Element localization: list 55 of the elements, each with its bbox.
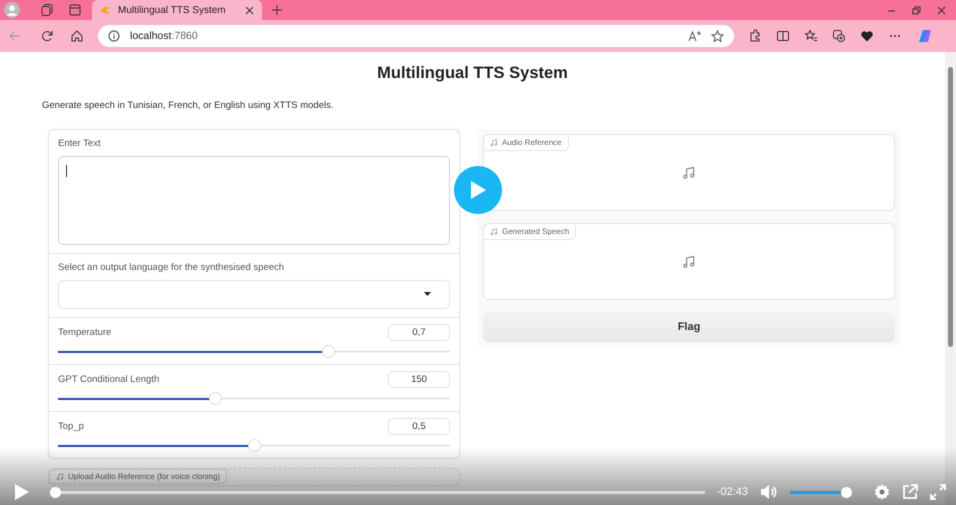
slider-thumb[interactable] [248,439,261,452]
site-favicon-icon [100,4,112,16]
slider-label: GPT Conditional Length [58,374,160,385]
field-label: Select an output language for the synthesised speech [58,262,286,273]
favorites-icon[interactable] [804,29,818,43]
tab-title: Multilingual TTS System [118,4,227,16]
fullscreen-icon[interactable] [930,484,946,500]
page-title: Multilingual TTS System [376,64,569,83]
restore-icon[interactable] [912,6,921,14]
music-note-icon [490,228,498,236]
text-caret [66,165,67,177]
close-window-icon[interactable] [937,6,946,14]
address-bar[interactable]: localhost:7860 [98,25,734,47]
scrollbar-thumb[interactable] [948,67,953,347]
settings-icon[interactable] [874,484,890,500]
browser-tab[interactable]: Multilingual TTS System [92,0,262,20]
slider-label: Top_p [58,421,84,432]
slider-label: Temperature [58,327,112,338]
music-note-icon [490,138,498,146]
slider-value-field[interactable]: 0,7 [388,324,450,341]
tab-actions-icon[interactable] [68,3,82,17]
info-icon[interactable] [108,30,120,42]
refresh-icon[interactable] [40,29,54,43]
upload-label: Upload Audio Reference (for voice cloning) [49,469,228,484]
pop-out-icon[interactable] [902,484,918,500]
play-icon [469,180,487,200]
slider-value-field[interactable]: 0,5 [388,418,450,435]
audio-block-label: Generated Speech [484,224,576,240]
page-description: Generate speech in Tunisian, French, or English using XTTS models. [42,100,334,111]
home-icon[interactable] [70,29,84,43]
field-label: Enter Text [58,138,102,149]
slider-thumb[interactable] [322,345,336,358]
audio-upload-area[interactable]: Upload Audio Reference (for voice cloning) [48,468,460,486]
play-icon[interactable] [14,483,30,501]
split-screen-icon[interactable] [776,29,790,43]
close-tab-icon[interactable] [245,6,254,14]
extensions-icon[interactable] [748,29,762,43]
dropdown-caret-icon [424,292,431,296]
audio-block-label: Audio Reference [484,135,569,151]
slider-value-field[interactable]: 150 [388,371,450,388]
workspaces-icon[interactable] [40,3,54,17]
scrollbar[interactable] [945,52,956,505]
text-input-field[interactable] [58,156,450,245]
flag-button[interactable]: Flag [483,312,895,342]
profile-avatar-icon[interactable] [4,2,20,18]
new-tab-icon[interactable] [270,3,284,17]
volume-icon[interactable] [760,484,778,500]
music-note-icon [56,472,64,480]
music-note-icon [682,254,696,268]
slider-thumb[interactable] [208,392,222,405]
read-aloud-icon[interactable] [688,30,701,42]
remaining-time: -02:43 [716,486,748,498]
music-note-icon [682,166,696,180]
collections-icon[interactable] [832,29,846,43]
favorite-star-icon[interactable] [711,30,724,42]
